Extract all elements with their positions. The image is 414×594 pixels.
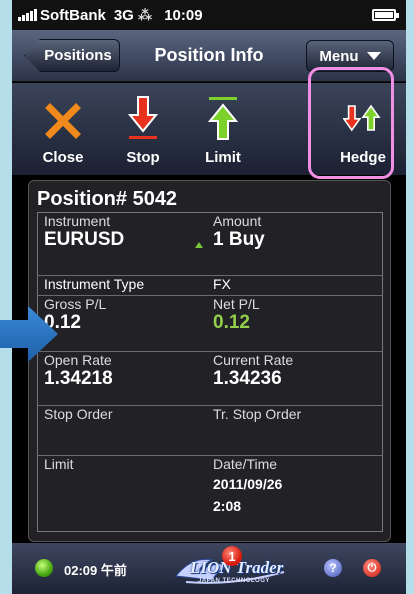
stop-order-label: Stop Order — [44, 406, 113, 422]
position-info-panel: Position# 5042 Instrument EURUSD Amount … — [28, 180, 391, 542]
open-rate-label: Open Rate — [44, 352, 112, 368]
instrument-label: Instrument — [44, 213, 111, 229]
datetime-label: Date/Time — [213, 456, 278, 472]
close-button[interactable]: Close — [23, 83, 103, 175]
limit-label: Limit — [205, 149, 241, 166]
stop-button[interactable]: Stop — [103, 83, 183, 175]
power-icon[interactable]: ⏻ — [363, 559, 381, 577]
battery-icon — [372, 9, 399, 21]
page-title: Position Info — [154, 45, 264, 65]
open-rate-value: 1.34218 — [44, 368, 113, 389]
status-time: 10:09 — [164, 6, 203, 24]
time-value: 2:08 — [213, 498, 242, 514]
help-icon[interactable]: ? — [324, 559, 342, 577]
menu-label: Menu — [319, 47, 359, 65]
pl-row: Gross P/L 0.12 Net P/L 0.12 — [38, 295, 382, 351]
limit-arrow-icon — [203, 95, 243, 141]
gross-pl-value: 0.12 — [44, 312, 81, 333]
current-rate-value: 1.34236 — [213, 368, 282, 389]
activity-icon: ⁂ — [137, 6, 153, 23]
net-pl-value: 0.12 — [213, 312, 250, 333]
close-label: Close — [42, 149, 84, 166]
notification-badge[interactable]: 1 — [222, 546, 242, 566]
limit-row: Limit Date/Time 2011/09/26 2:08 — [38, 455, 382, 531]
amount-value: 1 Buy — [213, 229, 265, 250]
net-pl-label: Net P/L — [213, 296, 260, 312]
network-type: 3G — [113, 6, 134, 24]
current-rate-label: Current Rate — [213, 352, 294, 368]
limit-field-label: Limit — [44, 456, 74, 472]
date-value: 2011/09/26 — [213, 476, 283, 492]
status-bar: SoftBank 3G ⁂ 10:09 — [12, 0, 406, 30]
stop-arrow-icon — [123, 95, 163, 141]
carrier-name: SoftBank — [40, 6, 106, 24]
bottom-bar: 02:09 午前 LION Trader JAPAN TECHNOLOGY 1 … — [12, 543, 406, 594]
position-title: Position# 5042 — [37, 188, 178, 210]
instrument-row: Instrument EURUSD Amount 1 Buy — [38, 213, 382, 275]
instrument-type-value: FX — [213, 276, 231, 292]
instrument-type-label: Instrument Type — [44, 276, 145, 292]
amount-label: Amount — [213, 213, 262, 229]
lion-trader-logo: LION Trader JAPAN TECHNOLOGY 1 — [172, 546, 292, 588]
instrument-value: EURUSD — [44, 229, 125, 250]
close-icon — [43, 95, 83, 141]
connection-status-icon — [35, 559, 53, 577]
gross-pl-label: Gross P/L — [44, 296, 107, 312]
logo-subtext: JAPAN TECHNOLOGY — [198, 578, 270, 584]
limit-button[interactable]: Limit — [183, 83, 263, 175]
tr-stop-order-label: Tr. Stop Order — [213, 406, 302, 422]
signal-icon — [18, 9, 37, 21]
pointer-arrow-icon — [0, 306, 58, 362]
hedge-highlight-outline — [308, 67, 394, 179]
bottom-time: 02:09 午前 — [64, 563, 127, 578]
rate-row: Open Rate 1.34218 Current Rate 1.34236 — [38, 351, 382, 405]
triangle-up-icon — [195, 242, 203, 248]
stop-order-row: Stop Order Tr. Stop Order — [38, 405, 382, 455]
stop-label: Stop — [126, 149, 160, 166]
position-details: Instrument EURUSD Amount 1 Buy Instrumen… — [37, 212, 383, 532]
back-button[interactable]: Positions — [24, 39, 120, 72]
chevron-down-icon — [366, 52, 381, 60]
instrument-type-row: Instrument Type FX — [38, 275, 382, 295]
